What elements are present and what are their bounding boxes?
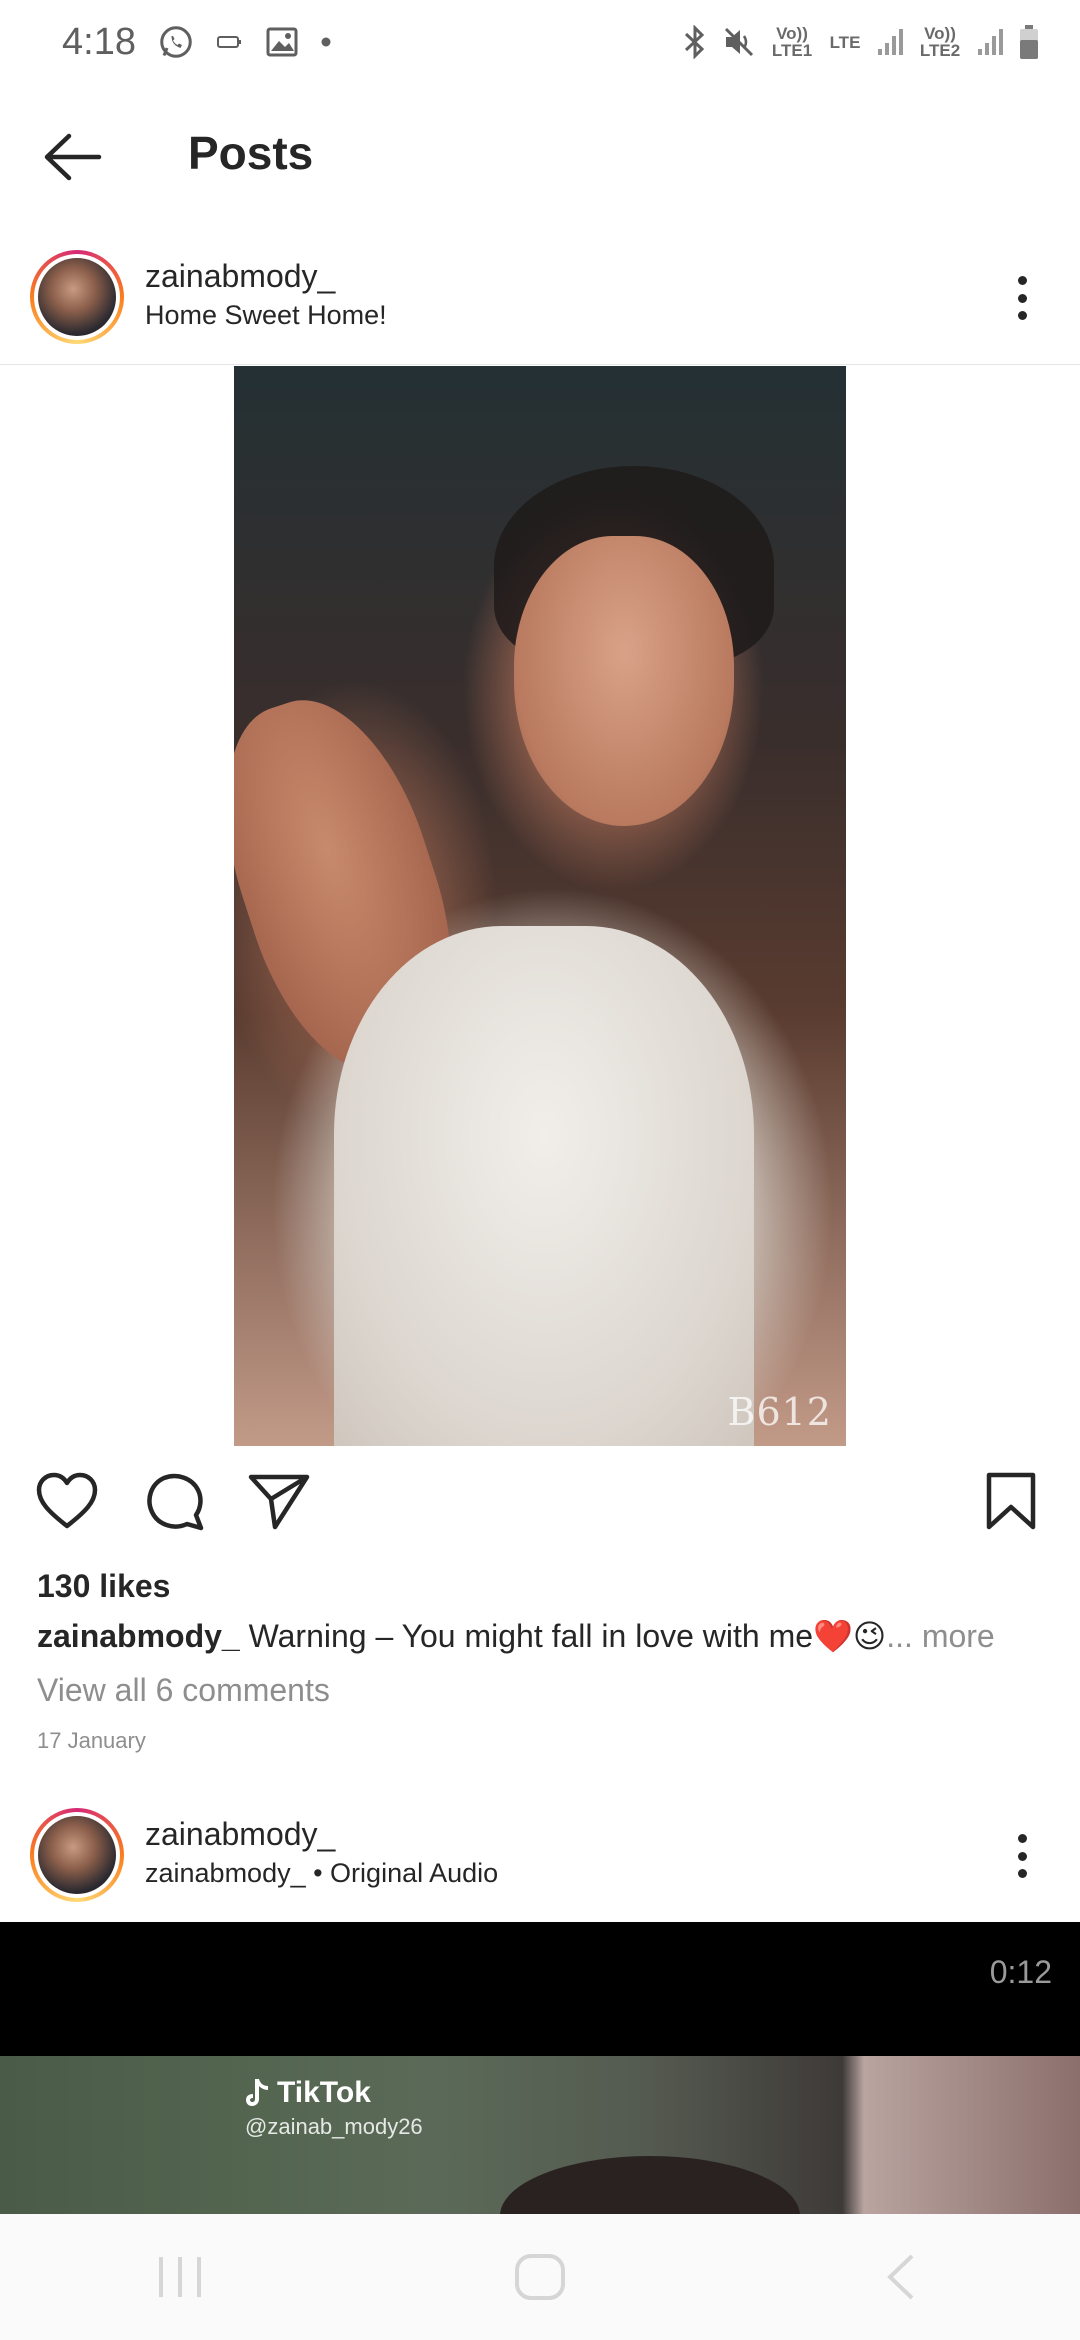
whatsapp-icon [158, 24, 194, 60]
post-username[interactable]: zainabmody_ [145, 258, 335, 295]
top-app-bar: Posts [0, 84, 1080, 224]
save-button[interactable] [978, 1468, 1044, 1534]
heart-icon [36, 1472, 98, 1529]
network-label-1: Vo)) LTE1 [771, 24, 813, 60]
like-button[interactable] [34, 1468, 100, 1534]
send-icon [248, 1474, 310, 1530]
more-options-button[interactable] [994, 1826, 1050, 1886]
tiktok-handle: @zainab_mody26 [245, 2114, 423, 2139]
status-time: 4:18 [62, 20, 136, 63]
mute-icon [722, 25, 756, 59]
share-button[interactable] [246, 1468, 312, 1534]
status-left: 4:18 [62, 21, 332, 64]
divider [0, 364, 1080, 365]
tiktok-watermark: TikTok @zainab_mody26 [245, 2076, 423, 2140]
post-username[interactable]: zainabmody_ [145, 1816, 335, 1853]
post-date: 17 January [37, 1728, 146, 1753]
post-header: zainabmody_ Home Sweet Home! [0, 236, 1080, 364]
avatar[interactable] [30, 250, 124, 344]
comment-icon [147, 1473, 204, 1531]
recent-apps-icon [159, 2257, 201, 2297]
caption-more-link[interactable]: ... more [886, 1618, 994, 1654]
tiktok-brand: TikTok [277, 2076, 371, 2109]
network-label-3: Vo)) LTE2 [919, 24, 961, 60]
post-audio[interactable]: zainabmody_ • Original Audio [145, 1858, 498, 1889]
status-right: Vo)) LTE1 LTE Vo)) LTE2 [682, 24, 1040, 60]
page-title: Posts [188, 127, 314, 179]
likes-count[interactable]: 130 likes [37, 1568, 170, 1605]
view-comments-link[interactable]: View all 6 comments [37, 1672, 330, 1709]
comment-button[interactable] [141, 1468, 207, 1534]
recent-apps-button[interactable] [140, 2237, 220, 2317]
post-location[interactable]: Home Sweet Home! [145, 300, 387, 331]
signal-icon [876, 27, 904, 57]
caption-username[interactable]: zainabmody_ [37, 1618, 240, 1654]
post-header: zainabmody_ zainabmody_ • Original Audio [0, 1794, 1080, 1922]
post-video[interactable]: 0:12 TikTok @zainab_mody26 [0, 1922, 1080, 2214]
home-icon [515, 2254, 565, 2300]
nav-back-button[interactable] [860, 2237, 940, 2317]
battery-saver-icon [216, 32, 244, 52]
dot-icon [320, 36, 332, 48]
bluetooth-icon [682, 25, 708, 59]
video-frame: TikTok @zainab_mody26 [0, 2056, 1080, 2214]
bookmark-icon [986, 1472, 1036, 1530]
status-bar: 4:18 Vo)) LTE1 LTE Vo)) LTE2 [0, 0, 1080, 84]
image-icon [266, 27, 298, 57]
post-caption[interactable]: zainabmody_ Warning – You might fall in … [37, 1617, 995, 1655]
post-actions [0, 1468, 1080, 1538]
network-label-2: LTE [829, 32, 861, 52]
caption-text: Warning – You might fall in love with me… [248, 1618, 887, 1654]
chevron-left-icon [887, 2254, 914, 2300]
avatar[interactable] [30, 1808, 124, 1902]
arrow-left-icon [44, 133, 102, 181]
home-button[interactable] [500, 2237, 580, 2317]
back-button[interactable] [40, 124, 106, 190]
more-options-button[interactable] [994, 268, 1050, 328]
battery-icon [1018, 24, 1040, 60]
tiktok-logo-icon [246, 2079, 268, 2106]
photo-watermark: B612 [727, 1390, 832, 1434]
signal-icon [976, 27, 1004, 57]
system-nav-bar [0, 2214, 1080, 2340]
post-photo[interactable]: B612 [234, 366, 846, 1446]
video-duration: 0:12 [989, 1954, 1052, 1990]
